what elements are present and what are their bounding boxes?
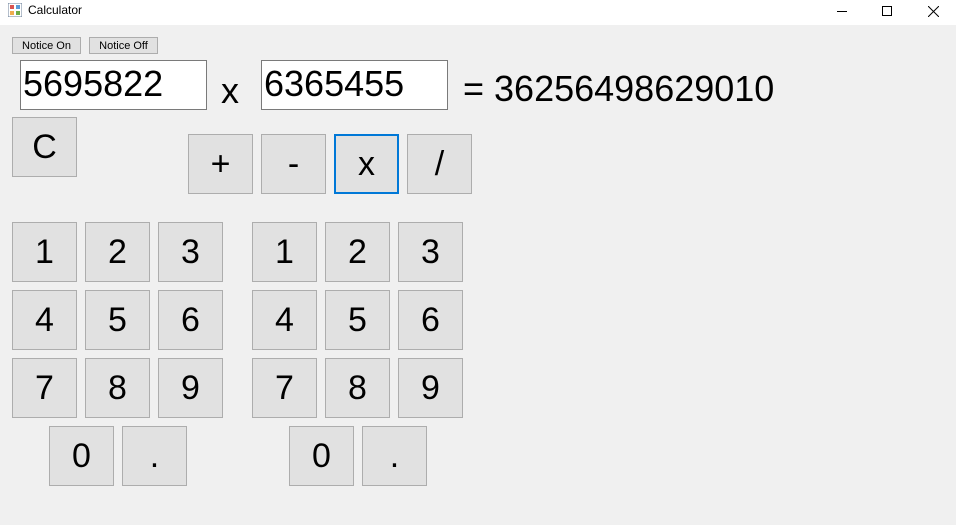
left-key-decimal[interactable]: . bbox=[122, 426, 187, 486]
left-key-4[interactable]: 4 bbox=[12, 290, 77, 350]
close-button[interactable] bbox=[910, 0, 956, 22]
calculator-app-icon bbox=[7, 2, 23, 18]
left-key-2[interactable]: 2 bbox=[85, 222, 150, 282]
add-button[interactable]: + bbox=[188, 134, 253, 194]
left-key-8[interactable]: 8 bbox=[85, 358, 150, 418]
subtract-button[interactable]: - bbox=[261, 134, 326, 194]
right-key-4[interactable]: 4 bbox=[252, 290, 317, 350]
left-key-5[interactable]: 5 bbox=[85, 290, 150, 350]
right-key-5[interactable]: 5 bbox=[325, 290, 390, 350]
right-operand-field[interactable]: 6365455 bbox=[261, 60, 448, 110]
right-key-2[interactable]: 2 bbox=[325, 222, 390, 282]
right-key-0[interactable]: 0 bbox=[289, 426, 354, 486]
left-key-3[interactable]: 3 bbox=[158, 222, 223, 282]
minimize-button[interactable] bbox=[819, 0, 865, 22]
right-key-decimal[interactable]: . bbox=[362, 426, 427, 486]
divide-button[interactable]: / bbox=[407, 134, 472, 194]
right-key-9[interactable]: 9 bbox=[398, 358, 463, 418]
notice-on-button[interactable]: Notice On bbox=[12, 37, 81, 54]
result-label: = 36256498629010 bbox=[463, 68, 775, 109]
left-key-7[interactable]: 7 bbox=[12, 358, 77, 418]
right-key-8[interactable]: 8 bbox=[325, 358, 390, 418]
left-key-1[interactable]: 1 bbox=[12, 222, 77, 282]
right-key-1[interactable]: 1 bbox=[252, 222, 317, 282]
title-bar: Calculator bbox=[0, 0, 956, 25]
right-key-7[interactable]: 7 bbox=[252, 358, 317, 418]
left-key-0[interactable]: 0 bbox=[49, 426, 114, 486]
minimize-icon bbox=[837, 6, 847, 16]
clear-button[interactable]: C bbox=[12, 117, 77, 177]
maximize-button[interactable] bbox=[864, 0, 910, 22]
left-key-6[interactable]: 6 bbox=[158, 290, 223, 350]
left-key-9[interactable]: 9 bbox=[158, 358, 223, 418]
right-key-3[interactable]: 3 bbox=[398, 222, 463, 282]
maximize-icon bbox=[882, 6, 892, 16]
operator-label: x bbox=[221, 70, 239, 111]
notice-off-button[interactable]: Notice Off bbox=[89, 37, 158, 54]
left-operand-field[interactable]: 5695822 bbox=[20, 60, 207, 110]
window-title: Calculator bbox=[28, 3, 83, 17]
close-icon bbox=[927, 5, 939, 17]
multiply-button[interactable]: x bbox=[334, 134, 399, 194]
right-key-6[interactable]: 6 bbox=[398, 290, 463, 350]
